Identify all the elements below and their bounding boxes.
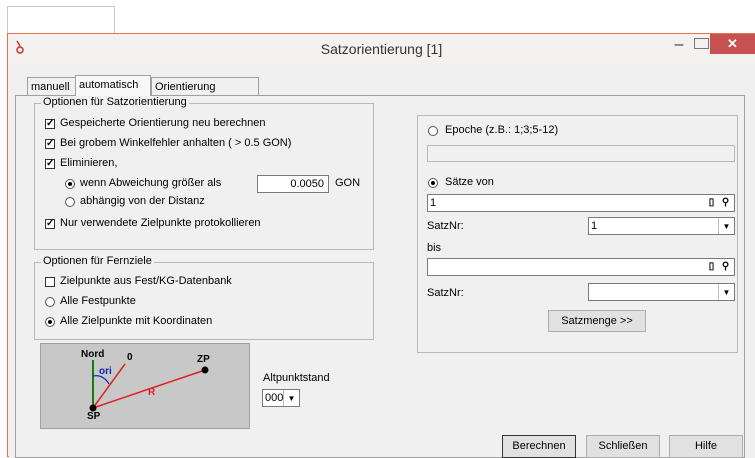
title-bar: Satzorientierung [1] – ✕ [8, 34, 755, 64]
altpunkt-label: Altpunktstand [263, 372, 330, 384]
radio-deviation[interactable] [65, 179, 75, 189]
tab-manuell-label: manuell [31, 81, 70, 93]
group-satzorientierung: Optionen für Satzorientierung ✓ Gespeich… [34, 96, 374, 250]
checkbox-stop-on-error[interactable]: ✓ [45, 139, 55, 149]
select-icon[interactable]: ▯ [705, 196, 718, 210]
tab-automatisch-label: automatisch [79, 79, 139, 91]
radio-saetze-label: Sätze von [445, 176, 494, 188]
checkbox-db-targets-label: Zielpunkte aus Fest/KG-Datenbank [60, 275, 232, 287]
radio-distance[interactable] [65, 197, 75, 207]
orientation-diagram: Nord 0 ori R SP ZP [40, 343, 250, 429]
satznr-from-value: 1 [591, 220, 598, 232]
diagram-north-label: Nord [81, 349, 105, 360]
pick-icon[interactable]: ⚲ [719, 196, 732, 210]
diagram-ori-label: ori [99, 366, 112, 377]
tab-manuell[interactable]: manuell [27, 77, 76, 95]
satznr-from-select[interactable]: 1 ▼ [588, 217, 735, 235]
checkbox-log-used-label: Nur verwendete Zielpunkte protokollieren [60, 217, 261, 229]
window-title: Satzorientierung [1] [320, 41, 443, 57]
checkbox-log-used[interactable]: ✓ [45, 219, 55, 229]
to-input[interactable]: ▯ ⚲ [427, 258, 735, 276]
radio-epoch[interactable] [428, 126, 438, 136]
dialog-window: Satzorientierung [1] – ✕ manuell automat… [7, 33, 755, 458]
radio-all-fixed-label: Alle Festpunkte [60, 295, 136, 307]
satznr-to-label: SatzNr: [427, 287, 464, 299]
pick-icon[interactable]: ⚲ [719, 260, 732, 274]
altpunkt-value: 000 [265, 392, 284, 404]
checkbox-db-targets[interactable] [45, 277, 55, 287]
radio-epoch-label: Epoche (z.B.: 1;3;5-12) [445, 124, 559, 136]
diagram-sp-label: SP [87, 411, 101, 422]
threshold-input[interactable]: 0.0050 [257, 175, 329, 193]
satznr-to-select[interactable]: ▼ [588, 283, 735, 301]
radio-deviation-label: wenn Abweichung größer als [80, 177, 222, 189]
radio-distance-label: abhängig von der Distanz [80, 195, 205, 207]
top-blank-box [7, 6, 115, 34]
satznr-from-label: SatzNr: [427, 220, 464, 232]
threshold-unit: GON [335, 177, 361, 189]
from-input[interactable]: 1 ▯ ⚲ [427, 194, 735, 212]
chevron-down-icon[interactable]: ▼ [718, 218, 734, 234]
group-selection: Epoche (z.B.: 1;3;5-12) Sätze von 1 ▯ ⚲ … [417, 115, 738, 353]
chevron-down-icon[interactable]: ▼ [718, 284, 734, 300]
orientation-diagram-graphic [89, 360, 209, 412]
maximize-icon[interactable] [694, 38, 709, 49]
checkbox-eliminate-label: Eliminieren, [60, 157, 118, 169]
chevron-down-icon[interactable]: ▼ [283, 390, 299, 406]
epoch-input[interactable] [427, 145, 735, 162]
close-button[interactable]: Schließen [586, 435, 660, 458]
tab-panel: Optionen für Satzorientierung ✓ Gespeich… [15, 95, 745, 458]
compute-button[interactable]: Berechnen [502, 435, 576, 458]
close-icon[interactable]: ✕ [710, 34, 755, 54]
radio-saetze[interactable] [428, 178, 438, 188]
group-satzorientierung-title: Optionen für Satzorientierung [41, 96, 189, 108]
altpunkt-select[interactable]: 000 ▼ [262, 389, 300, 407]
minimize-icon[interactable]: – [668, 36, 690, 56]
diagram-zero-label: 0 [127, 352, 133, 363]
radio-all-fixed[interactable] [45, 297, 55, 307]
radio-all-coords-label: Alle Zielpunkte mit Koordinaten [60, 315, 213, 327]
checkbox-recompute[interactable]: ✓ [45, 119, 55, 129]
checkbox-recompute-label: Gespeicherte Orientierung neu berechnen [60, 117, 266, 129]
from-value: 1 [430, 197, 437, 209]
tab-automatisch[interactable]: automatisch [75, 75, 151, 96]
checkbox-stop-on-error-label: Bei grobem Winkelfehler anhalten ( > 0.5… [60, 137, 292, 149]
help-button[interactable]: Hilfe [669, 435, 743, 458]
dialog-client: manuell automatisch Orientierung löschen… [9, 66, 755, 458]
diagram-r-label: R [148, 387, 156, 398]
group-fernziele-title: Optionen für Fernziele [41, 255, 154, 267]
select-icon[interactable]: ▯ [705, 260, 718, 274]
satzmenge-button[interactable]: Satzmenge >> [548, 310, 646, 332]
tab-orientierung-loeschen[interactable]: Orientierung löschen [151, 77, 259, 111]
radio-all-coords[interactable] [45, 317, 55, 327]
group-fernziele: Optionen für Fernziele Zielpunkte aus Fe… [34, 255, 374, 340]
bis-label: bis [427, 242, 442, 254]
checkbox-eliminate[interactable]: ✓ [45, 159, 55, 169]
diagram-zp-label: ZP [197, 354, 210, 365]
